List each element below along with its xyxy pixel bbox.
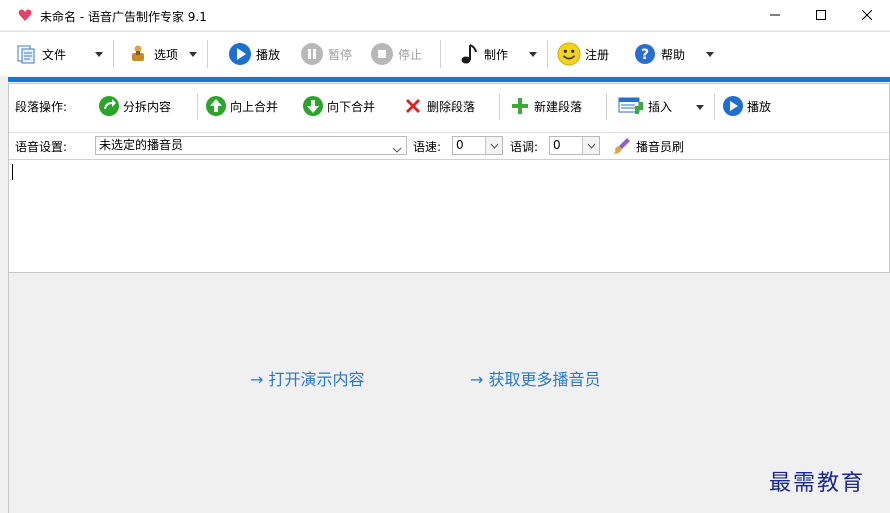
split-arrow-icon [98, 95, 120, 117]
register-label: 注册 [585, 47, 610, 62]
separator [440, 40, 441, 68]
close-button[interactable] [844, 0, 890, 30]
options-dropdown-icon[interactable] [189, 52, 197, 57]
make-dropdown-icon[interactable] [529, 52, 537, 57]
minimize-button[interactable] [752, 0, 798, 30]
maximize-button[interactable] [798, 0, 844, 30]
options-label: 选项 [154, 47, 179, 62]
stop-icon [370, 42, 394, 66]
text-editor[interactable] [9, 160, 889, 272]
pitch-select-value: 0 [553, 138, 561, 152]
get-more-voices-link[interactable]: → 获取更多播音员 [470, 366, 601, 390]
plus-icon [509, 95, 531, 117]
separator [714, 94, 715, 120]
chevron-down-icon [392, 142, 402, 159]
arrow-down-icon [302, 95, 324, 117]
speed-label: 语速: [413, 140, 442, 154]
play-paragraph-label: 播放 [747, 99, 772, 114]
paragraph-toolbar: 段落操作: 分拆内容 向上合并 向下合并 删除段落 新建段落 插入 播放 [9, 88, 889, 124]
voice-brush-button[interactable]: 播音员刷 [611, 134, 684, 158]
stop-label: 停止 [398, 47, 423, 62]
arrow-up-icon [205, 95, 227, 117]
play-icon [228, 42, 252, 66]
play-button[interactable]: 播放 [228, 39, 280, 69]
merge-down-button[interactable]: 向下合并 [302, 94, 375, 118]
pause-button[interactable]: 暂停 [300, 39, 352, 69]
main-toolbar: 文件 选项 播放 暂停 停止 制作 注册 ? 帮助 [0, 31, 890, 76]
play-paragraph-button[interactable]: 播放 [722, 94, 771, 118]
insert-button[interactable]: 插入 [617, 94, 672, 118]
delete-x-icon [402, 95, 424, 117]
svg-text:?: ? [641, 47, 649, 63]
open-demo-link[interactable]: → 打开演示内容 [250, 366, 365, 390]
chevron-down-icon [485, 137, 502, 154]
insert-icon [617, 95, 645, 117]
voice-settings-row: 语音设置: 未选定的播音员 语速: 0 语调: 0 播音员刷 [9, 132, 889, 160]
help-dropdown-icon[interactable] [706, 52, 714, 57]
voice-brush-label: 播音员刷 [636, 139, 685, 154]
separator [197, 94, 198, 120]
stop-button[interactable]: 停止 [370, 39, 422, 69]
editor-panel: 段落操作: 分拆内容 向上合并 向下合并 删除段落 新建段落 插入 播放 语音设… [8, 83, 890, 273]
window-title: 未命名 - 语音广告制作专家 9.1 [40, 10, 207, 24]
maximize-icon [816, 10, 826, 20]
separator [499, 94, 500, 120]
welcome-area: → 打开演示内容 → 获取更多播音员 最需教育 [8, 273, 890, 513]
file-menu-button[interactable]: 文件 [14, 39, 66, 69]
title-bar: 未命名 - 语音广告制作专家 9.1 [0, 0, 890, 30]
pause-label: 暂停 [328, 47, 353, 62]
insert-label: 插入 [648, 99, 673, 114]
help-menu-button[interactable]: ? 帮助 [633, 39, 685, 69]
voice-select-value: 未选定的播音员 [99, 138, 184, 152]
pause-icon [300, 42, 324, 66]
merge-up-label: 向上合并 [230, 99, 279, 114]
separator [113, 40, 114, 68]
accent-divider [8, 77, 890, 82]
options-menu-button[interactable]: 选项 [126, 39, 178, 69]
text-cursor [12, 164, 13, 180]
help-label: 帮助 [661, 47, 686, 62]
pitch-select[interactable]: 0 [549, 136, 600, 155]
new-paragraph-label: 新建段落 [534, 99, 583, 114]
make-menu-button[interactable]: 制作 [456, 39, 508, 69]
speed-select-value: 0 [456, 138, 464, 152]
separator [207, 40, 208, 68]
minimize-icon [770, 10, 780, 20]
file-label: 文件 [42, 47, 67, 62]
make-label: 制作 [484, 47, 509, 62]
delete-paragraph-button[interactable]: 删除段落 [402, 94, 475, 118]
brush-icon [611, 135, 633, 157]
voice-settings-label: 语音设置: [15, 140, 68, 154]
speed-select[interactable]: 0 [452, 136, 503, 155]
watermark-text: 最需教育 [769, 471, 866, 496]
file-dropdown-icon[interactable] [95, 52, 103, 57]
smiley-icon [557, 42, 581, 66]
split-content-label: 分拆内容 [123, 99, 172, 114]
merge-up-button[interactable]: 向上合并 [205, 94, 278, 118]
close-icon [862, 10, 872, 20]
insert-dropdown-icon[interactable] [696, 105, 704, 110]
heart-logo-icon [18, 8, 32, 22]
separator [547, 40, 548, 68]
play-label: 播放 [256, 47, 281, 62]
pitch-label: 语调: [510, 140, 539, 154]
delete-paragraph-label: 删除段落 [427, 99, 476, 114]
music-note-icon [456, 42, 480, 66]
play-icon [722, 95, 744, 117]
voice-select[interactable]: 未选定的播音员 [95, 136, 407, 155]
options-icon [126, 42, 150, 66]
register-button[interactable]: 注册 [557, 39, 609, 69]
split-content-button[interactable]: 分拆内容 [98, 94, 171, 118]
file-icon [14, 42, 38, 66]
help-icon: ? [633, 42, 657, 66]
merge-down-label: 向下合并 [327, 99, 376, 114]
chevron-down-icon [582, 137, 599, 154]
new-paragraph-button[interactable]: 新建段落 [509, 94, 582, 118]
paragraph-ops-label: 段落操作: [15, 99, 68, 114]
separator [606, 94, 607, 120]
